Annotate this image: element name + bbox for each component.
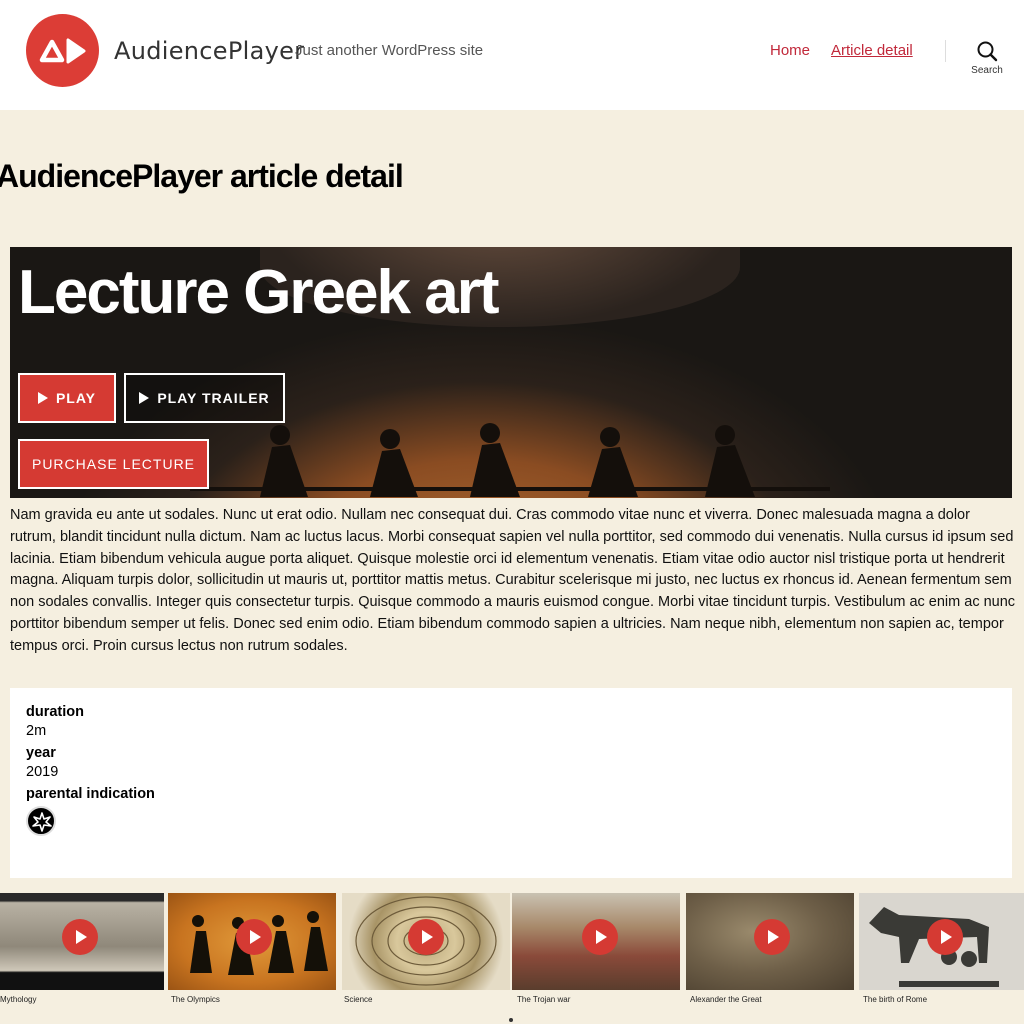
play-icon [37,392,48,404]
play-icon [139,392,150,404]
article-info-card: duration 2m year 2019 parental indicatio… [10,688,1012,878]
play-button-label: PLAY [55,390,97,406]
purchase-lecture-button[interactable]: PURCHASE LECTURE [18,439,209,489]
site-tagline: Just another WordPress site [295,42,484,59]
play-icon[interactable] [62,919,98,955]
play-button[interactable]: PLAY [18,373,116,423]
thumbnail-caption[interactable]: The Trojan war [517,995,570,1004]
search-button[interactable]: Search [964,40,1010,80]
violence-icon [26,806,56,836]
thumbnail-the-birth-of-rome[interactable] [859,893,1024,990]
play-icon[interactable] [408,919,444,955]
play-icon[interactable] [582,919,618,955]
article-description: Nam gravida eu ante ut sodales. Nunc ut … [10,507,1016,654]
hero-title: Lecture Greek art [18,258,499,327]
hero-figures-decoration [190,423,830,497]
site-header: AudiencePlayer Just another WordPress si… [0,0,1024,110]
thumbnail-caption[interactable]: The birth of Rome [863,995,927,1004]
thumbnail-mythology[interactable] [0,893,164,990]
thumbnail-the-olympics[interactable] [168,893,336,990]
search-icon [977,41,998,62]
thumbnail-caption[interactable]: Science [344,995,372,1004]
play-trailer-label: PLAY TRAILER [157,390,270,406]
play-icon[interactable] [927,919,963,955]
duration-value: 2m [26,723,47,739]
search-label: Search [971,65,1003,76]
play-icon[interactable] [754,919,790,955]
thumbnail-the-trojan-war[interactable] [512,893,680,990]
logo-icon[interactable] [26,14,99,87]
play-trailer-button[interactable]: PLAY TRAILER [124,373,285,423]
thumbnail-caption[interactable]: Alexander the Great [690,995,762,1004]
hero-banner: Lecture Greek art PLAY PLAY TRAILER PURC… [10,247,1012,498]
purchase-lecture-label: PURCHASE LECTURE [31,456,196,472]
thumbnail-caption[interactable]: The Olympics [171,995,220,1004]
page-title: AudiencePlayer article detail [0,158,404,194]
related-lectures-carousel[interactable]: Mythology The Olympics Science The Troja… [0,893,1024,1024]
nav-home-link[interactable]: Home [770,42,810,59]
play-icon[interactable] [236,919,272,955]
duration-label: duration [26,704,84,720]
thumbnail-caption[interactable]: Mythology [0,995,36,1004]
site-name[interactable]: AudiencePlayer [114,37,304,65]
nav-article-detail-link[interactable]: Article detail [831,42,913,59]
parental-indication-label: parental indication [26,786,155,802]
thumbnail-science[interactable] [342,893,510,990]
year-label: year [26,745,56,761]
nav-divider [945,40,946,62]
carousel-pagination-dot[interactable] [509,1018,513,1022]
thumbnail-alexander-the-great[interactable] [686,893,854,990]
year-value: 2019 [26,764,59,780]
